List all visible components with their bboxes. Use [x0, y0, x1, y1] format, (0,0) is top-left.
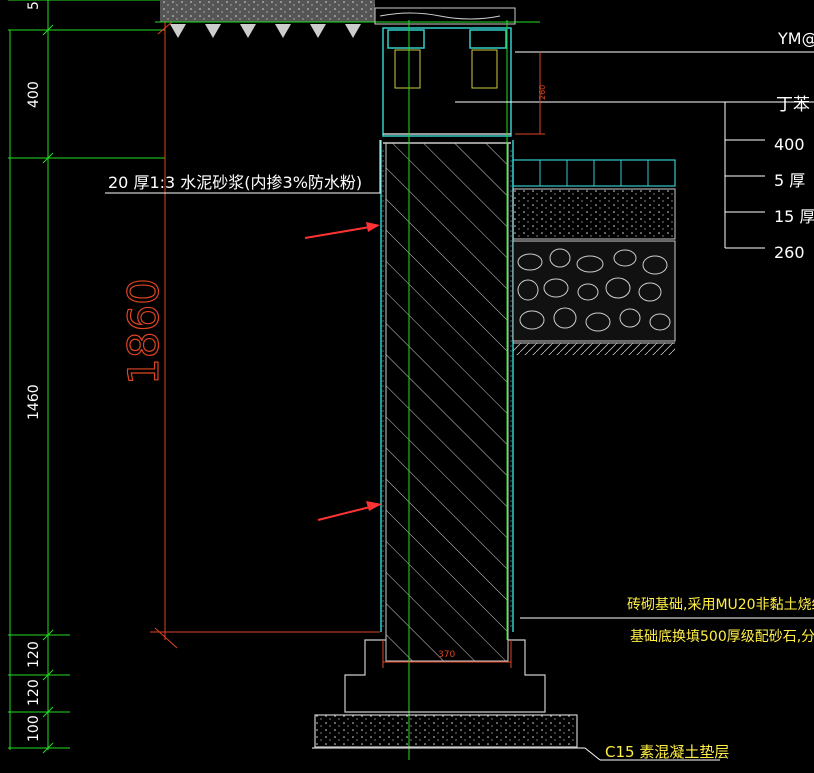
- foundation-note-2: 基础底换填500厚级配砂石,分层夯: [630, 628, 814, 645]
- right-ground-layers: [512, 159, 676, 355]
- layer-1: 400: [774, 135, 805, 154]
- overall-height-dimension: [150, 20, 380, 649]
- dim-370: 370: [438, 650, 455, 660]
- main-wall: [380, 20, 514, 760]
- dim-1460: 1460: [26, 384, 42, 420]
- cushion-note: C15 素混凝土垫层: [605, 743, 729, 761]
- cad-drawing: 5 400 1460 120 120 100 1860 370 260 20 厚…: [8, 0, 814, 761]
- dim-top: 5: [26, 1, 42, 10]
- ym-note: YM@: [777, 29, 814, 48]
- layer-3: 15 厚: [774, 207, 814, 226]
- dim-1860: 1860: [119, 278, 168, 385]
- dim-120-lower: 120: [26, 679, 42, 706]
- left-dimension-labels: 5 400 1460 120 120 100: [26, 1, 42, 742]
- layer-4: 260: [774, 243, 805, 262]
- dim-100: 100: [26, 715, 42, 742]
- wall-coping: [382, 27, 512, 144]
- red-arrows: [304, 222, 382, 521]
- layer-2: 5 厚: [774, 171, 805, 190]
- mortar-note: 20 厚1:3 水泥砂浆(内掺3%防水粉): [108, 173, 362, 192]
- dim-400: 400: [26, 81, 42, 108]
- dim-260-coping: 260: [538, 85, 547, 100]
- foundation-note-1: 砖砌基础,采用MU20非黏土烧结砖: [627, 596, 814, 613]
- dim-120-upper: 120: [26, 641, 42, 668]
- paving-title: 丁苯: [776, 95, 810, 115]
